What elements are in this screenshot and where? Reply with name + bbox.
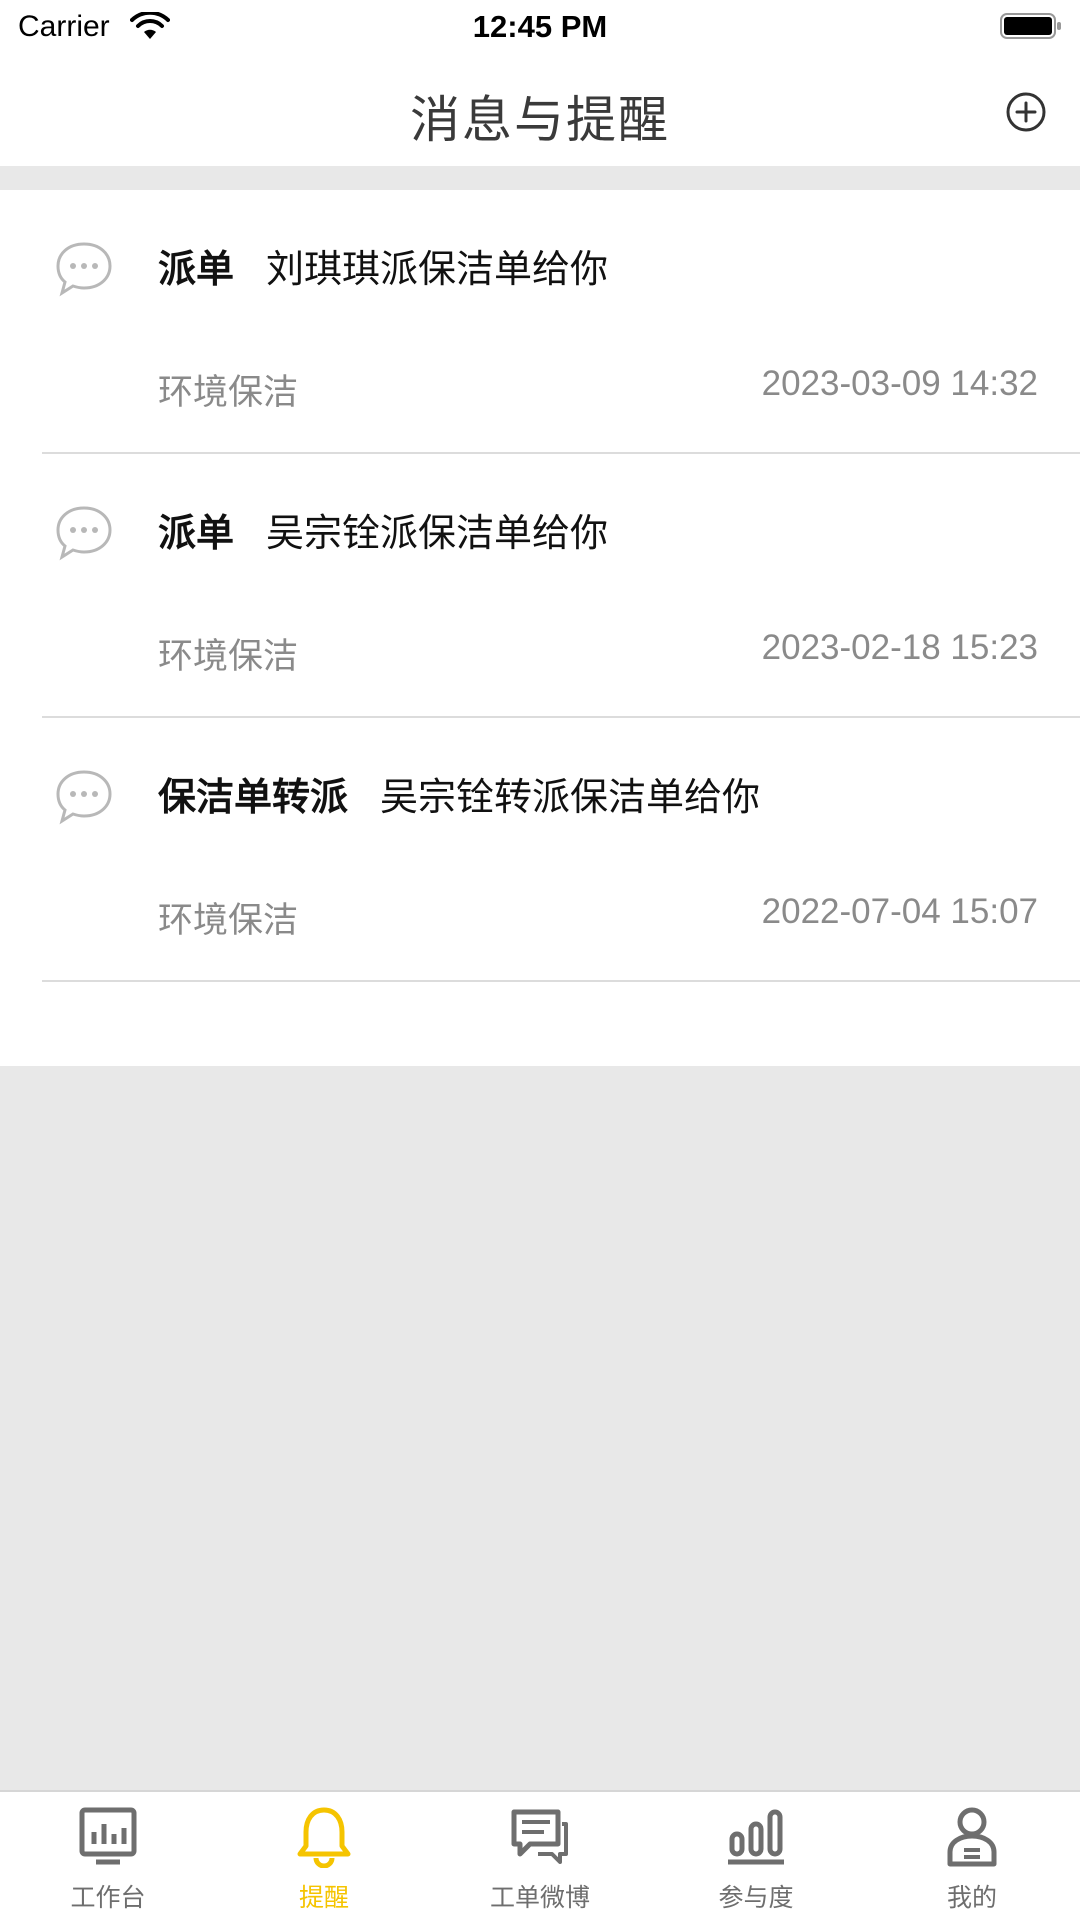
tab-reminders[interactable]: 提醒 xyxy=(216,1792,432,1920)
message-type: 派单 xyxy=(158,247,235,291)
divider xyxy=(42,980,1080,982)
nav-bar: 消息与提醒 xyxy=(0,56,1080,166)
message-bubble-icon xyxy=(56,506,112,561)
plus-circle-icon[interactable] xyxy=(1004,90,1048,134)
message-title: 派单 吴宗铨派保洁单给你 xyxy=(158,502,608,557)
status-time: 12:45 PM xyxy=(472,9,608,44)
tab-workbench[interactable]: 工作台 xyxy=(0,1792,216,1920)
tab-bar: 工作台 提醒 工单微博 参与度 我的 xyxy=(0,1790,1080,1920)
tab-label: 工单微博 xyxy=(489,1883,590,1912)
message-type: 派单 xyxy=(158,511,235,555)
tab-label: 工作台 xyxy=(70,1883,146,1912)
status-bar: Carrier 12:45 PM xyxy=(0,0,1080,56)
message-bubble-icon xyxy=(56,770,112,825)
message-category: 环境保洁 xyxy=(158,901,299,941)
message-text: 刘琪琪派保洁单给你 xyxy=(266,247,609,291)
bell-icon xyxy=(297,1807,351,1868)
message-title: 保洁单转派 吴宗铨转派保洁单给你 xyxy=(158,766,760,821)
message-title: 派单 刘琪琪派保洁单给你 xyxy=(158,238,608,293)
battery-icon xyxy=(1000,13,1061,39)
message-list: 派单 刘琪琪派保洁单给你 环境保洁 2023-03-09 14:32 派单 吴宗铨派… xyxy=(0,190,1080,1066)
screen: Carrier 12:45 PM 消息与提醒 派单 刘琪琪派保洁单给你 环境保洁… xyxy=(0,0,1080,1920)
chat-icon xyxy=(511,1809,568,1864)
user-icon xyxy=(947,1807,997,1867)
bar-chart-icon xyxy=(728,1809,784,1865)
tab-label: 参与度 xyxy=(718,1883,794,1912)
message-text: 吴宗铨派保洁单给你 xyxy=(266,511,609,555)
message-text: 吴宗铨转派保洁单给你 xyxy=(380,775,761,819)
message-time: 2022-07-04 15:07 xyxy=(761,892,1038,931)
message-type: 保洁单转派 xyxy=(158,775,349,819)
tab-label: 提醒 xyxy=(298,1883,349,1912)
message-item[interactable]: 派单 刘琪琪派保洁单给你 环境保洁 2023-03-09 14:32 xyxy=(0,190,1080,454)
message-category: 环境保洁 xyxy=(158,373,299,413)
message-bubble-icon xyxy=(56,242,112,297)
message-time: 2023-02-18 15:23 xyxy=(761,628,1038,667)
tab-participation[interactable]: 参与度 xyxy=(648,1792,864,1920)
dashboard-icon xyxy=(79,1807,137,1865)
tab-work-order-weibo[interactable]: 工单微博 xyxy=(432,1792,648,1920)
page-title: 消息与提醒 xyxy=(410,91,670,149)
section-gap xyxy=(0,166,1080,190)
message-category: 环境保洁 xyxy=(158,637,299,677)
tab-label: 我的 xyxy=(946,1883,997,1912)
message-item[interactable]: 保洁单转派 吴宗铨转派保洁单给你 环境保洁 2022-07-04 15:07 xyxy=(0,718,1080,982)
message-item[interactable]: 派单 吴宗铨派保洁单给你 环境保洁 2023-02-18 15:23 xyxy=(0,454,1080,718)
tab-mine[interactable]: 我的 xyxy=(864,1792,1080,1920)
message-time: 2023-03-09 14:32 xyxy=(761,364,1038,403)
